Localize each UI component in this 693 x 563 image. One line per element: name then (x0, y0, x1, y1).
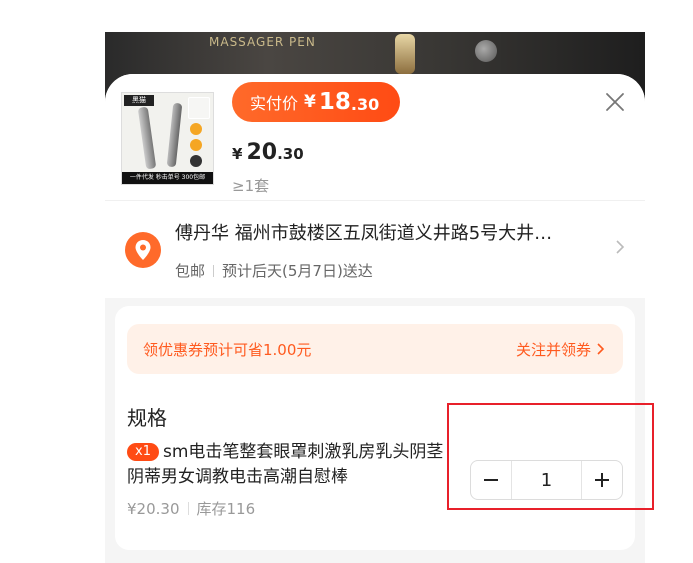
spec-item[interactable]: x1 sm电击笔整套眼罩刺激乳房乳头阴茎阴蒂男女调教电击高潮自慰棒 (127, 440, 445, 490)
delivery-address[interactable]: 傅丹华 福州市鼓楼区五凤街道义井路5号大井… (175, 219, 595, 245)
actual-price-label: 实付价 (250, 94, 299, 113)
thumb-dot (190, 155, 202, 167)
spec-meta: ¥20.30 库存116 (127, 498, 255, 519)
minimum-quantity: ≥1套 (232, 177, 270, 195)
quantity-badge: x1 (127, 443, 159, 461)
delivery-estimate: 预计后天(5月7日)送达 (222, 262, 373, 280)
spec-section-title: 规格 (127, 406, 167, 430)
shipping-info: 包邮 预计后天(5月7日)送达 (175, 260, 373, 281)
coupon-banner[interactable]: 领优惠券预计可省1.00元 关注并领券 (127, 324, 623, 374)
backdrop-orb (475, 40, 497, 62)
actual-price-integer: 18 (318, 89, 351, 115)
shipping-label: 包邮 (175, 262, 206, 280)
divider (213, 264, 215, 277)
annotation-highlight-box (447, 403, 654, 510)
thumb-dot (190, 123, 202, 135)
divider (105, 200, 645, 201)
location-pin-icon (125, 232, 161, 268)
screen: MASSAGER PEN 黑猫 一件代发 秒击单号 300包邮 实付价 ¥ 18… (0, 0, 693, 563)
close-icon (606, 93, 624, 111)
spec-stock: 库存116 (196, 500, 256, 518)
chevron-right-icon (597, 343, 605, 355)
coupon-action-label: 关注并领券 (515, 340, 591, 359)
backdrop-brand-text: MASSAGER PEN (209, 35, 316, 49)
original-price-currency: ¥ (232, 145, 243, 163)
actual-price-pill: 实付价 ¥ 18 .30 (232, 82, 400, 122)
spec-price: ¥20.30 (127, 499, 180, 518)
coupon-action[interactable]: 关注并领券 (516, 339, 607, 360)
divider (187, 502, 189, 515)
actual-price-decimal: .30 (350, 95, 380, 114)
coupon-text: 领优惠券预计可省1.00元 (143, 340, 312, 359)
thumb-dot (190, 139, 202, 151)
actual-price-currency: ¥ (304, 92, 316, 112)
close-button[interactable] (603, 90, 627, 114)
address-chevron-right-icon[interactable] (615, 239, 625, 259)
sheet-bottom (105, 558, 645, 563)
product-thumbnail[interactable]: 黑猫 一件代发 秒击单号 300包邮 (121, 92, 214, 185)
thumb-strip: 一件代发 秒击单号 300包邮 (122, 172, 213, 184)
zoom-icon[interactable] (188, 97, 210, 119)
thumb-pen (137, 106, 157, 170)
original-price-integer: 20 (246, 140, 278, 165)
thumb-badge: 黑猫 (124, 95, 154, 106)
pen-tip-image (395, 34, 415, 74)
original-price: ¥ 20 .30 (232, 140, 304, 165)
thumb-pen (166, 102, 183, 168)
original-price-decimal: .30 (277, 145, 304, 163)
spec-item-name: sm电击笔整套眼罩刺激乳房乳头阴茎阴蒂男女调教电击高潮自慰棒 (127, 442, 444, 487)
